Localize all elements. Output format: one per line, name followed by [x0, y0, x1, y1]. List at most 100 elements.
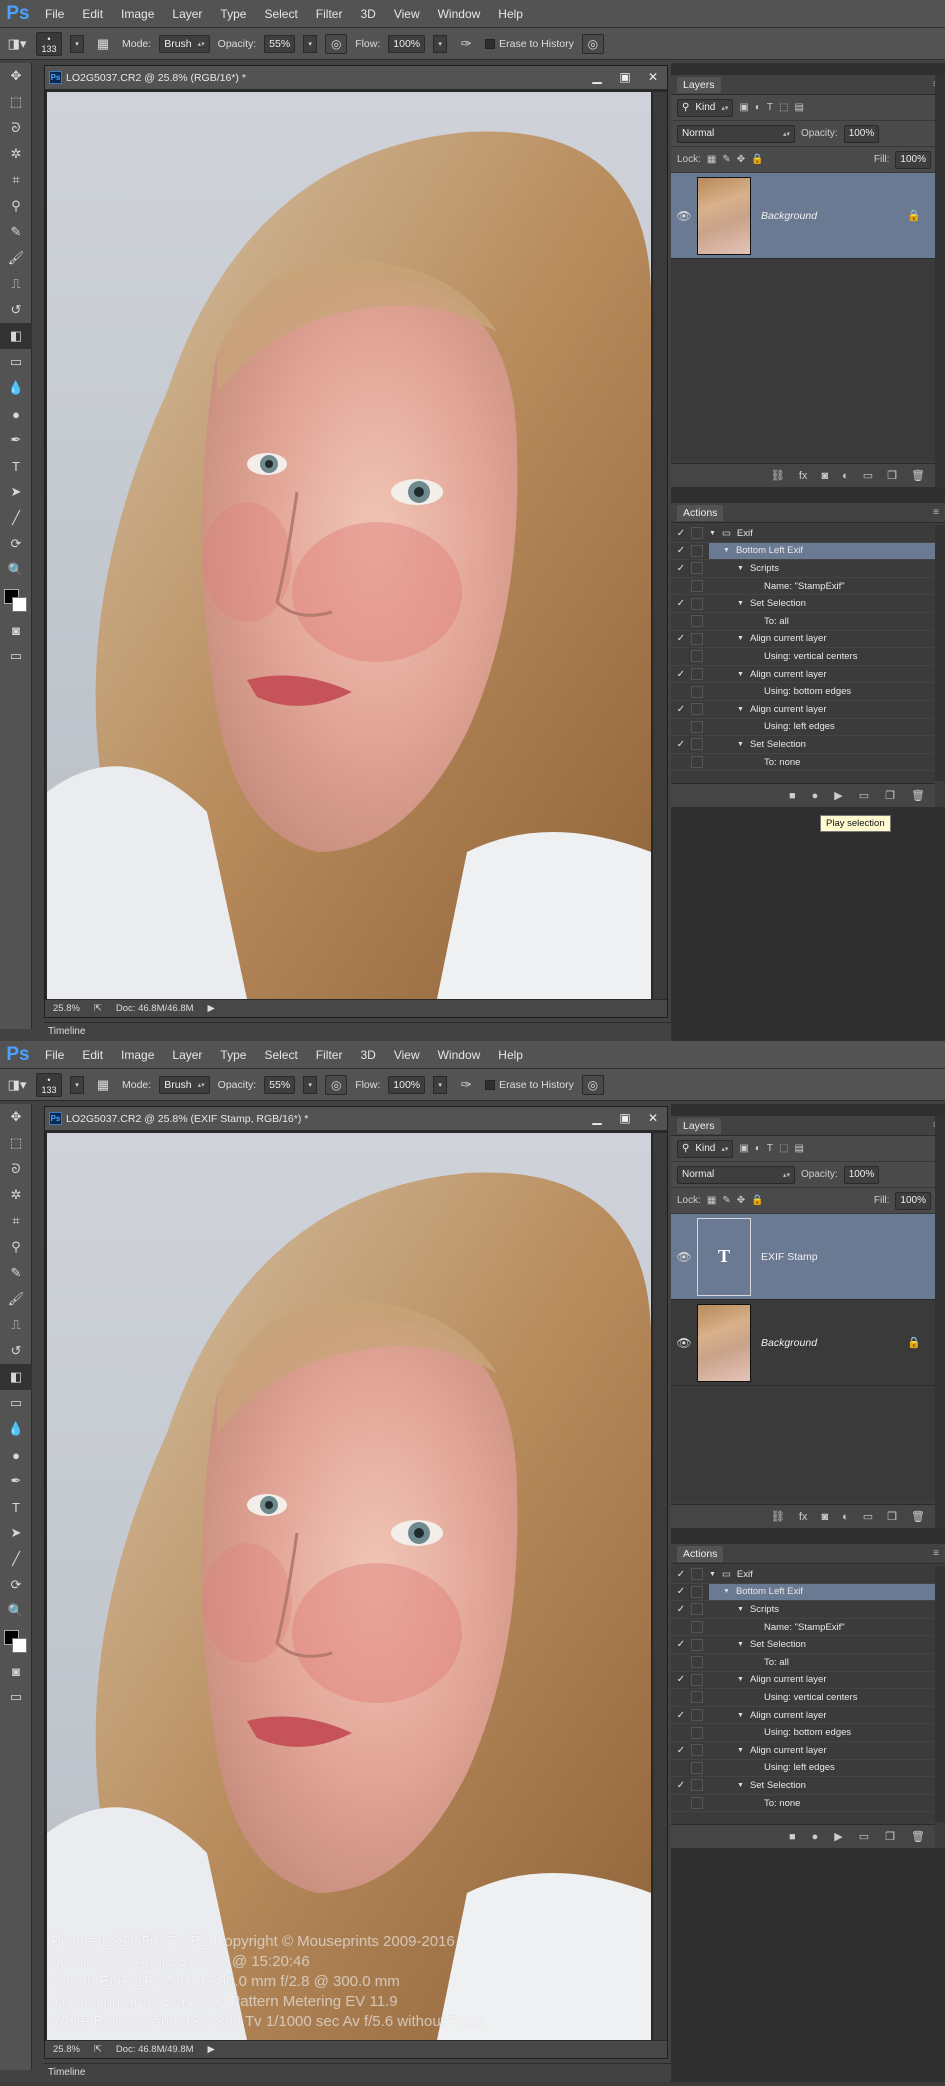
marquee-tool-icon[interactable]: ⬚ — [0, 1130, 32, 1156]
delete-action-icon[interactable]: 🗑 — [911, 789, 925, 802]
clone-stamp-tool-icon[interactable]: ⎍ — [0, 271, 32, 297]
toggle-item-checkbox[interactable]: ✓ — [671, 1745, 691, 1756]
fill-field[interactable]: 100% — [895, 1191, 931, 1210]
play-selection-icon[interactable]: ▶ — [834, 1830, 842, 1843]
expand-triangle-icon[interactable]: ▼ — [737, 1606, 744, 1613]
menu-window[interactable]: Window — [429, 1041, 490, 1069]
action-row[interactable]: ✓ ▼ Align current layer — [671, 1707, 935, 1725]
dialog-toggle[interactable] — [691, 1761, 703, 1774]
pen-tool-icon[interactable]: ✒ — [0, 427, 32, 453]
maximize-icon[interactable]: ▣ — [611, 1107, 639, 1129]
menu-3d[interactable]: 3D — [351, 0, 384, 28]
lock-image-icon[interactable]: ✎ — [722, 154, 730, 165]
airbrush-icon[interactable]: ✑ — [455, 1075, 477, 1095]
crop-tool-icon[interactable]: ⌗ — [0, 167, 32, 193]
document-tab[interactable]: Ps LO2G5037.CR2 @ 25.8% (EXIF Stamp, RGB… — [45, 1107, 667, 1131]
menu-edit[interactable]: Edit — [73, 1041, 112, 1069]
action-row[interactable]: ✓ ▼ Bottom Left Exif — [671, 542, 935, 561]
brush-preset-picker[interactable]: • 133 — [36, 31, 62, 56]
filter-smart-icon[interactable]: ▤ — [794, 1143, 803, 1154]
opacity-dropdown[interactable]: ▾ — [303, 1075, 318, 1094]
new-layer-icon[interactable]: ❐ — [887, 1510, 897, 1523]
blur-tool-icon[interactable]: 💧 — [0, 375, 32, 401]
text-layer-thumbnail[interactable]: T — [697, 1217, 751, 1296]
new-set-icon[interactable]: ▭ — [859, 1830, 869, 1843]
new-action-icon[interactable]: ❐ — [885, 789, 895, 802]
marquee-tool-icon[interactable]: ⬚ — [0, 89, 32, 115]
dialog-toggle[interactable] — [691, 562, 703, 575]
action-row[interactable]: ✓ ▼ Align current layer — [671, 631, 935, 649]
dodge-tool-icon[interactable]: ● — [0, 1442, 32, 1468]
action-row[interactable]: ✓ ▼ Set Selection — [671, 736, 935, 754]
action-row[interactable]: Using: vertical centers — [671, 1689, 935, 1707]
screen-mode-icon[interactable]: ▭ — [0, 1684, 32, 1710]
menu-type[interactable]: Type — [211, 1041, 255, 1069]
dialog-toggle[interactable] — [691, 1673, 703, 1686]
dialog-toggle[interactable] — [691, 685, 703, 698]
action-row[interactable]: ✓ ▼ Set Selection — [671, 595, 935, 613]
status-menu-arrow-icon[interactable]: ▶ — [208, 2044, 215, 2055]
lasso-tool-icon[interactable]: ᘐ — [0, 115, 32, 141]
dialog-toggle[interactable] — [691, 1797, 703, 1810]
adjustment-layer-icon[interactable]: ◐ — [842, 1511, 849, 1523]
menu-file[interactable]: File — [36, 1041, 73, 1069]
new-layer-icon[interactable]: ❐ — [887, 469, 897, 482]
action-row[interactable]: To: all — [671, 1654, 935, 1672]
image-canvas[interactable] — [47, 92, 651, 999]
lock-position-icon[interactable]: ✥ — [737, 1195, 745, 1206]
dialog-toggle[interactable] — [691, 703, 703, 716]
dialog-toggle[interactable] — [691, 668, 703, 681]
zoom-level[interactable]: 25.8% — [53, 1003, 80, 1014]
brush-panel-toggle-icon[interactable]: ▦ — [92, 34, 114, 54]
actions-tab[interactable]: Actions — [677, 504, 724, 521]
dialog-toggle[interactable] — [691, 632, 703, 645]
expand-triangle-icon[interactable]: ▼ — [737, 741, 744, 748]
filter-adjustment-icon[interactable]: ◐ — [755, 102, 761, 113]
color-swatches[interactable] — [0, 583, 32, 617]
toggle-item-checkbox[interactable]: ✓ — [671, 669, 691, 680]
expand-triangle-icon[interactable]: ▼ — [709, 530, 716, 537]
expand-triangle-icon[interactable]: ▼ — [737, 565, 744, 572]
expand-triangle-icon[interactable]: ▼ — [737, 671, 744, 678]
menu-type[interactable]: Type — [211, 0, 255, 28]
background-color[interactable] — [12, 597, 27, 612]
layer-filter-kind[interactable]: ⚲ Kind ▴▾ — [677, 98, 734, 117]
actions-menu-icon[interactable]: ≡ — [933, 1548, 939, 1559]
action-row[interactable]: Using: vertical centers — [671, 648, 935, 666]
filter-pixel-icon[interactable]: ▣ — [739, 1143, 748, 1154]
dialog-toggle[interactable] — [691, 1656, 703, 1669]
toggle-item-checkbox[interactable]: ✓ — [671, 1780, 691, 1791]
minimize-icon[interactable]: ▁ — [583, 66, 611, 88]
actions-menu-icon[interactable]: ≡ — [933, 507, 939, 518]
lock-transparent-icon[interactable]: ▦ — [707, 1195, 716, 1206]
mode-select[interactable]: Brush ▴▾ — [159, 1075, 210, 1094]
action-row[interactable]: To: none — [671, 1795, 935, 1813]
dialog-toggle[interactable] — [691, 1585, 703, 1598]
layer-opacity-field[interactable]: 100% — [843, 124, 880, 143]
type-tool-icon[interactable]: T — [0, 1494, 32, 1520]
healing-brush-tool-icon[interactable]: ✎ — [0, 1260, 32, 1286]
menu-help[interactable]: Help — [489, 1041, 532, 1069]
opacity-field[interactable]: 55% — [264, 34, 296, 53]
export-icon[interactable]: ⇱ — [94, 1003, 102, 1014]
action-row[interactable]: ✓ ▼ Scripts — [671, 560, 935, 578]
filter-smart-icon[interactable]: ▤ — [794, 102, 803, 113]
play-selection-icon[interactable]: ▶ — [834, 789, 842, 802]
image-canvas[interactable]: Picture LO2G5037.CR2 Copyright © Mousepr… — [47, 1133, 651, 2040]
fx-icon[interactable]: fx — [799, 470, 808, 482]
action-row[interactable]: Name: "StampExif" — [671, 578, 935, 596]
action-row[interactable]: To: none — [671, 754, 935, 772]
expand-triangle-icon[interactable]: ▼ — [737, 1747, 744, 1754]
lock-all-icon[interactable]: 🔒 — [751, 1195, 763, 1206]
magic-wand-tool-icon[interactable]: ✲ — [0, 141, 32, 167]
visibility-eye-icon[interactable]: 👁 — [671, 209, 697, 223]
dialog-toggle[interactable] — [691, 1638, 703, 1651]
brush-panel-toggle-icon[interactable]: ▦ — [92, 1075, 114, 1095]
layer-name[interactable]: Background — [761, 210, 817, 222]
menu-filter[interactable]: Filter — [307, 0, 352, 28]
action-row[interactable]: Using: bottom edges — [671, 683, 935, 701]
dodge-tool-icon[interactable]: ● — [0, 401, 32, 427]
brush-tool-icon[interactable]: 🖌 — [0, 1286, 32, 1312]
dialog-toggle[interactable] — [691, 1744, 703, 1757]
dialog-toggle[interactable] — [691, 1603, 703, 1616]
